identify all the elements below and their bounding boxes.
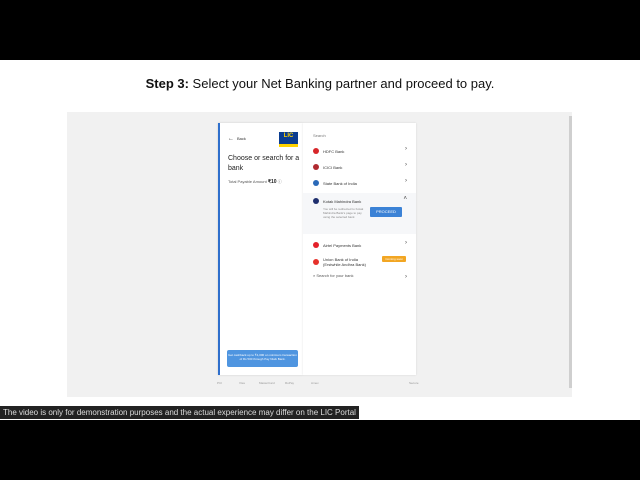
- amount-row: Total Payable Amount ₹10 ⓘ: [228, 179, 282, 185]
- chevron-right-icon: ›: [405, 274, 407, 280]
- chevron-right-icon: ›: [405, 178, 407, 184]
- amount-value: ₹10: [267, 179, 277, 185]
- back-link[interactable]: ← Back: [228, 136, 246, 142]
- union-logo-icon: [313, 259, 319, 265]
- chevron-up-icon: ˄: [403, 196, 407, 202]
- chevron-right-icon: ›: [405, 162, 407, 168]
- hdfc-logo-icon: [313, 148, 319, 154]
- bank-item-hdfc[interactable]: HDFC Bank ›: [313, 145, 409, 157]
- footer-logo: Visa: [239, 381, 245, 385]
- bank-name: Union Bank of India (Erstwhile Andhra Ba…: [323, 257, 366, 267]
- footer-logo: RuPay: [285, 381, 295, 385]
- chevron-right-icon: ›: [405, 146, 407, 152]
- bank-item-kotak-expanded[interactable]: Kotak Mahindra Bank ˄ You will be redire…: [303, 193, 416, 234]
- video-caption: The video is only for demonstration purp…: [0, 406, 359, 419]
- section-label: Search: [313, 133, 326, 138]
- chevron-right-icon: ›: [405, 240, 407, 246]
- bank-list-panel: Search HDFC Bank › ICICI Bank › State Ba…: [303, 123, 416, 375]
- airtel-logo-icon: [313, 242, 319, 248]
- bank-item-union[interactable]: Union Bank of India (Erstwhile Andhra Ba…: [313, 255, 409, 269]
- payment-summary-panel: ← Back LIC Choose or search for a bank To…: [218, 123, 303, 375]
- step-prefix: Step 3:: [145, 76, 189, 91]
- icici-logo-icon: [313, 164, 319, 170]
- bank-item-airtel[interactable]: Airtel Payments Bank ›: [313, 239, 409, 251]
- lic-logo-stripe: [279, 144, 298, 147]
- bank-name: Airtel Payments Bank: [323, 242, 362, 248]
- bank-name: State Bank of India: [323, 180, 357, 186]
- amount-label: Total Payable Amount: [228, 179, 267, 184]
- search-label: Search for your bank: [316, 273, 354, 278]
- coming-soon-badge: Coming soon: [382, 256, 406, 262]
- proceed-button[interactable]: PROCEED: [370, 207, 402, 217]
- redirect-info: You will be redirected to Kotak Mahindra…: [323, 207, 364, 219]
- bank-name: HDFC Bank: [323, 148, 345, 154]
- footer-logos: PCI Visa MasterCard RuPay Amex Secure: [217, 381, 427, 391]
- lic-logo: LIC: [279, 132, 298, 147]
- footer-logo: Secure: [409, 381, 419, 385]
- bank-search[interactable]: ⌕ Search for your bank ›: [313, 273, 409, 280]
- payment-page: ← Back LIC Choose or search for a bank To…: [67, 112, 572, 397]
- footer-logo: Amex: [311, 381, 319, 385]
- page-title: Choose or search for a bank: [228, 155, 300, 172]
- kotak-logo-icon: [313, 198, 319, 204]
- step-title: Step 3: Select your Net Banking partner …: [0, 76, 640, 91]
- back-label: Back: [237, 136, 246, 141]
- footer-logo: PCI: [217, 381, 223, 385]
- scrollbar[interactable]: [569, 116, 572, 388]
- sbi-logo-icon: [313, 180, 319, 186]
- bank-item-kotak[interactable]: Kotak Mahindra Bank ˄: [313, 195, 409, 207]
- lic-logo-text: LIC: [283, 133, 294, 139]
- step-text: Select your Net Banking partner and proc…: [188, 76, 495, 91]
- video-frame: Step 3: Select your Net Banking partner …: [0, 60, 640, 420]
- info-icon[interactable]: ⓘ: [278, 179, 282, 184]
- bank-item-sbi[interactable]: State Bank of India ›: [313, 177, 409, 189]
- bank-name: ICICI Bank: [323, 164, 343, 170]
- search-icon: ⌕: [313, 273, 316, 278]
- footer-logo: MasterCard: [259, 381, 275, 385]
- bank-name: Kotak Mahindra Bank: [323, 198, 362, 204]
- back-arrow-icon: ←: [228, 136, 234, 142]
- cashback-notice: Get cashback up to ₹1,000 on minimum tra…: [227, 350, 298, 367]
- bank-item-icici[interactable]: ICICI Bank ›: [313, 161, 409, 173]
